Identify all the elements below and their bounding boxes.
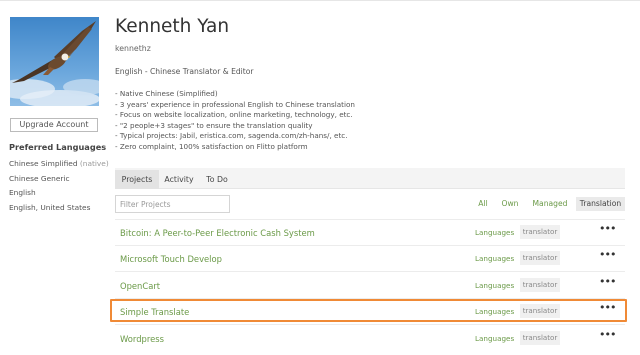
preferred-languages-title: Preferred Languages xyxy=(9,142,107,152)
preferred-language-item: English xyxy=(9,188,109,203)
preferred-languages-list: Chinese Simplified (native) Chinese Gene… xyxy=(9,159,109,218)
avatar xyxy=(10,17,99,106)
language-note: (native) xyxy=(79,159,109,168)
bio-line: - Typical projects: Jabil, eristica.com,… xyxy=(115,131,348,141)
more-options-icon[interactable]: ••• xyxy=(599,249,616,263)
language-label: English xyxy=(9,188,36,198)
row-divider xyxy=(115,324,625,325)
project-languages-link[interactable]: Languages xyxy=(475,334,514,343)
highlight-box xyxy=(110,299,627,322)
project-row: Bitcoin: A Peer-to-Peer Electronic Cash … xyxy=(115,221,625,247)
role-badge: translator xyxy=(520,331,560,345)
project-row: Microsoft Touch Develop Languages transl… xyxy=(115,247,625,273)
project-name-link[interactable]: OpenCart xyxy=(120,281,160,291)
preferred-language-item: Chinese Simplified (native) xyxy=(9,159,109,174)
project-row: OpenCart Languages translator ••• xyxy=(115,274,625,300)
eagle-avatar-image xyxy=(10,17,99,106)
row-divider xyxy=(115,271,625,272)
row-divider xyxy=(115,245,625,246)
bio-line: - Zero complaint, 100% satisfaction on F… xyxy=(115,141,308,151)
project-row: Wordpress Languages translator ••• xyxy=(115,327,625,353)
tab-projects[interactable]: Projects xyxy=(115,170,159,189)
filter-managed-button[interactable]: Managed xyxy=(530,197,570,211)
bio-line: - 3 years' experience in professional En… xyxy=(115,99,355,109)
more-options-icon[interactable]: ••• xyxy=(599,223,616,237)
top-divider xyxy=(0,0,640,1)
profile-bio: - Native Chinese (Simplified) - 3 years'… xyxy=(115,89,355,153)
project-name-link[interactable]: Bitcoin: A Peer-to-Peer Electronic Cash … xyxy=(120,228,315,238)
project-languages-link[interactable]: Languages xyxy=(475,254,514,263)
filter-translation-button[interactable]: Translation xyxy=(576,197,625,211)
preferred-language-item: English, United States xyxy=(9,203,109,218)
profile-tabs: Projects Activity To Do xyxy=(115,168,625,189)
tab-activity[interactable]: Activity xyxy=(159,170,199,189)
profile-username: kennethz xyxy=(115,44,151,53)
more-options-icon[interactable]: ••• xyxy=(599,276,616,290)
bio-line: - Focus on website localization, online … xyxy=(115,110,353,120)
upgrade-account-button[interactable]: Upgrade Account xyxy=(10,118,98,132)
project-name-link[interactable]: Microsoft Touch Develop xyxy=(120,254,222,264)
filter-all-button[interactable]: All xyxy=(474,197,492,211)
role-badge: translator xyxy=(520,251,560,265)
bio-line: - "2 people+3 stages" to ensure the tran… xyxy=(115,120,313,130)
bio-line: - Native Chinese (Simplified) xyxy=(115,89,218,98)
language-label: Chinese Simplified xyxy=(9,159,78,168)
filter-own-button[interactable]: Own xyxy=(498,197,522,211)
project-languages-link[interactable]: Languages xyxy=(475,281,514,290)
more-options-icon[interactable]: ••• xyxy=(599,329,616,343)
filter-projects-input[interactable] xyxy=(115,195,230,213)
language-label: Chinese Generic xyxy=(9,173,70,183)
project-languages-link[interactable]: Languages xyxy=(475,228,514,237)
role-badge: translator xyxy=(520,225,560,239)
preferred-language-item: Chinese Generic xyxy=(9,174,109,189)
role-badge: translator xyxy=(520,278,560,292)
tab-todo[interactable]: To Do xyxy=(199,170,235,189)
profile-name: Kenneth Yan xyxy=(115,16,230,37)
row-divider xyxy=(115,219,625,220)
language-label: English, United States xyxy=(9,203,91,213)
project-name-link[interactable]: Wordpress xyxy=(120,334,164,344)
profile-headline: English - Chinese Translator & Editor xyxy=(115,67,254,76)
